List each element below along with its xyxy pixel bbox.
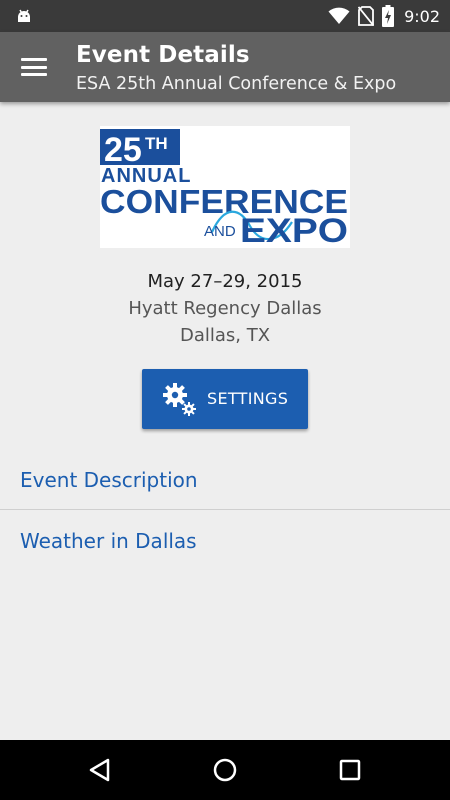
event-venue: Hyatt Regency Dallas xyxy=(128,298,322,319)
logo-expo: EXPO xyxy=(240,212,348,248)
status-bar: 9:02 xyxy=(0,0,450,32)
wifi-icon xyxy=(328,7,350,24)
settings-button-label: SETTINGS xyxy=(207,389,289,408)
event-city: Dallas, TX xyxy=(179,325,271,346)
status-icons: 9:02 xyxy=(328,0,440,32)
recents-square-icon[interactable] xyxy=(330,750,370,790)
status-time: 9:02 xyxy=(404,6,440,26)
logo-suffix: TH xyxy=(145,134,168,153)
app-bar: Event Details ESA 25th Annual Conference… xyxy=(0,32,450,102)
page-subtitle: ESA 25th Annual Conference & Expo xyxy=(76,74,397,94)
event-description-link[interactable]: Event Description xyxy=(0,449,450,510)
event-logo-graphic: 25 TH ANNUAL CONFERENCE AND EXPO xyxy=(100,129,348,248)
settings-button[interactable]: SETTINGS xyxy=(142,369,308,429)
event-logo: 25 TH ANNUAL CONFERENCE AND EXPO xyxy=(100,126,350,248)
home-circle-icon[interactable] xyxy=(205,750,245,790)
event-description-label: Event Description xyxy=(20,468,198,492)
page-title: Event Details xyxy=(76,42,250,68)
event-date: May 27–29, 2015 xyxy=(147,271,303,292)
system-nav-bar xyxy=(0,740,450,800)
logo-number: 25 xyxy=(104,131,142,169)
weather-label: Weather in Dallas xyxy=(20,529,197,553)
logo-and: AND xyxy=(204,223,236,240)
hamburger-menu-icon[interactable] xyxy=(20,56,48,78)
gears-icon xyxy=(163,383,196,416)
battery-charging-icon xyxy=(382,5,395,27)
no-sim-icon xyxy=(358,6,375,26)
android-debug-icon xyxy=(18,9,30,22)
weather-link[interactable]: Weather in Dallas xyxy=(0,510,450,571)
back-triangle-icon[interactable] xyxy=(80,750,120,790)
